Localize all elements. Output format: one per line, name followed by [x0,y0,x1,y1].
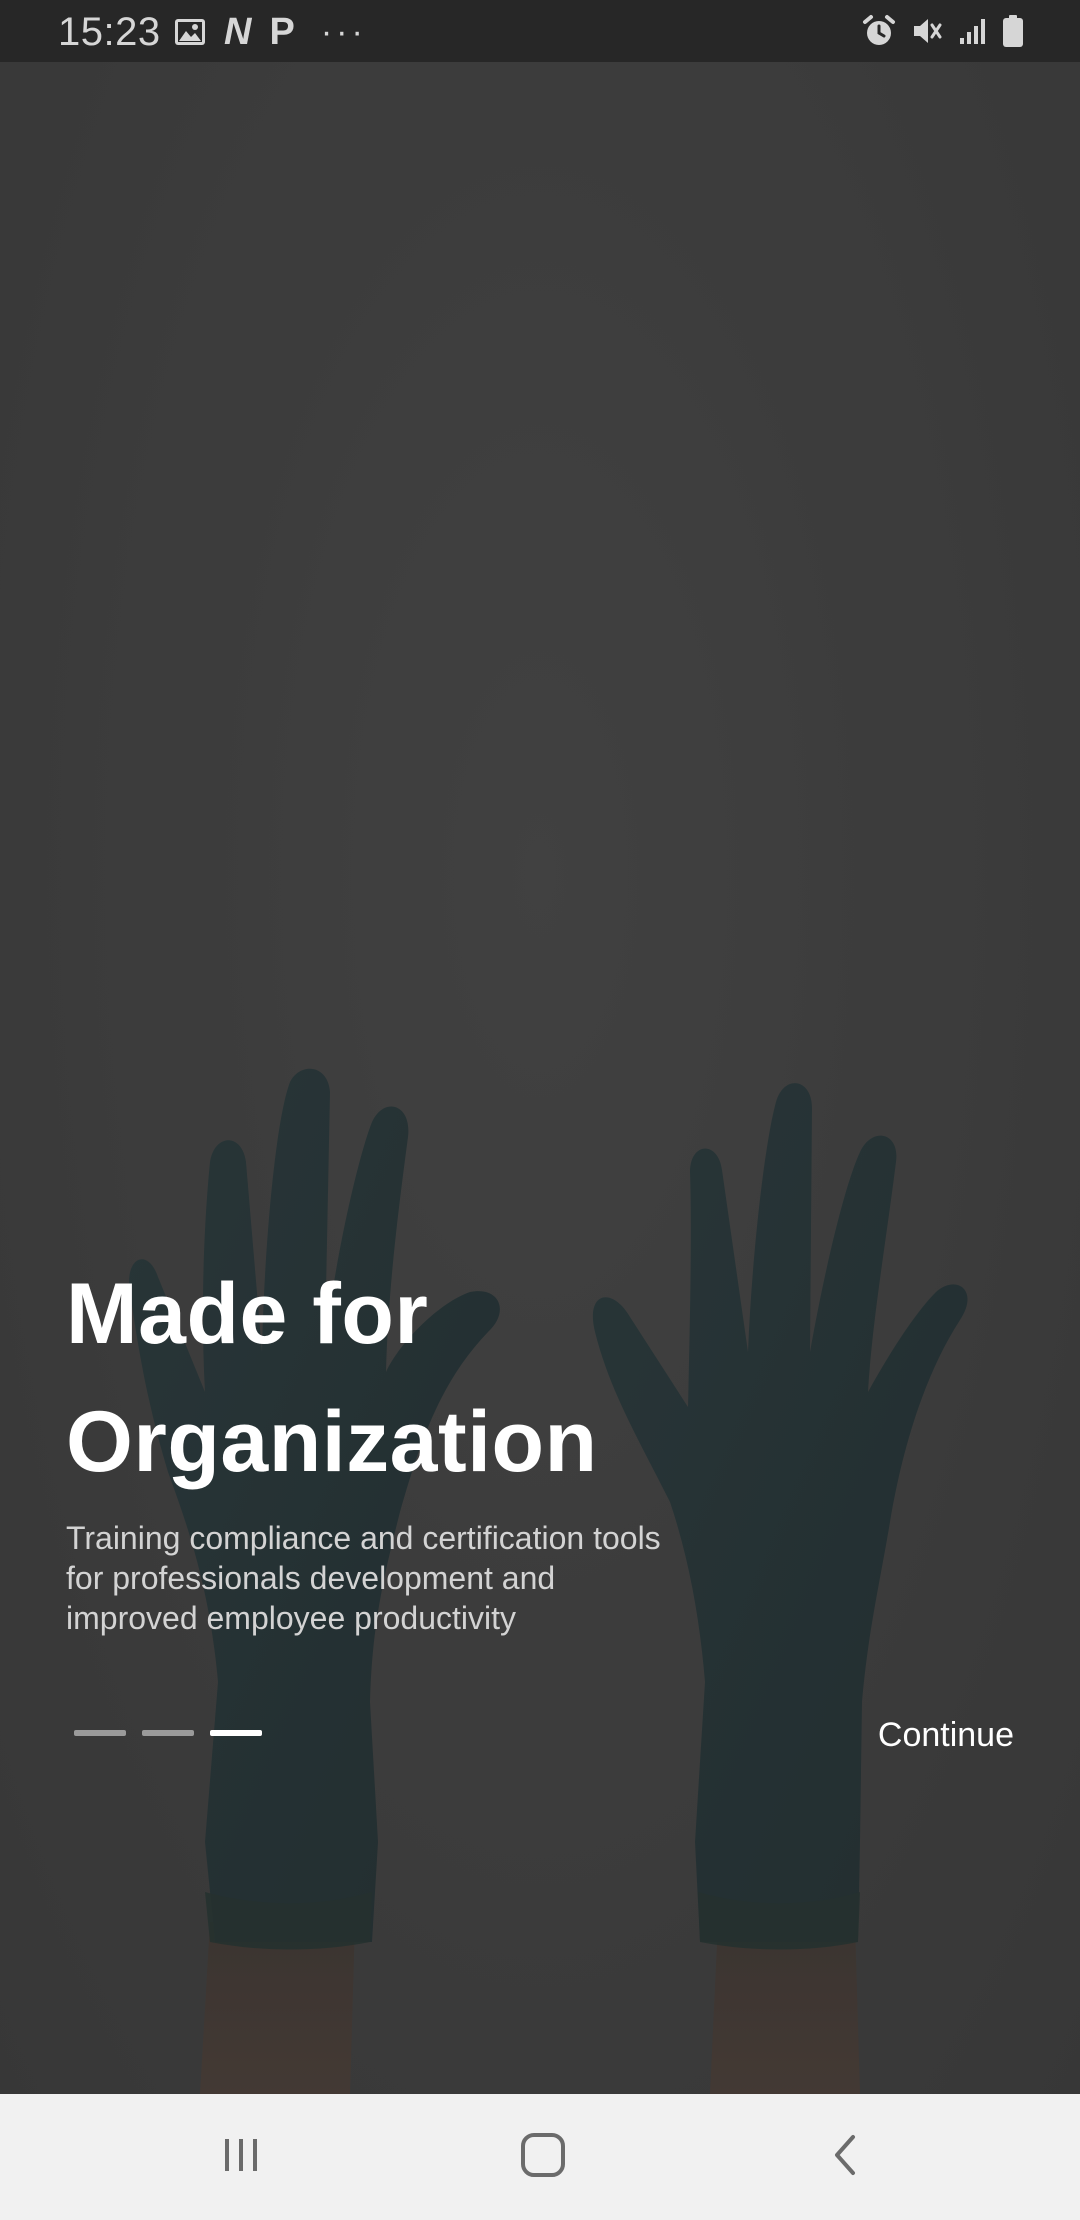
recents-button[interactable] [196,2122,286,2192]
background-image [0,62,1080,2094]
notification-icons: N P ··· [174,11,367,53]
more-notifications-icon: ··· [320,13,367,51]
status-bar: 15:23 N P ··· [0,0,1080,62]
recents-icon [219,2133,263,2182]
alarm-icon [862,14,896,48]
status-time: 15:23 [58,10,161,54]
system-icons [862,12,1024,50]
subtitle-line: improved employee productivity [66,1600,516,1636]
onboarding-screen: 15:23 N P ··· Made for Organization Trai… [0,0,1080,2220]
home-icon [519,2131,567,2184]
p-app-icon: P [269,11,295,53]
page-indicator [74,1730,262,1736]
title-line: Organization [66,1394,598,1490]
page-indicator-dot-1[interactable] [74,1730,126,1736]
battery-icon [1002,14,1024,48]
home-button[interactable] [498,2122,588,2192]
n-app-icon: N [224,11,252,53]
image-icon [174,17,206,47]
system-navigation-bar [0,2094,1080,2220]
back-icon [825,2131,865,2184]
page-indicator-dot-2[interactable] [142,1730,194,1736]
back-button[interactable] [800,2122,890,2192]
onboarding-subtitle: Training compliance and certification to… [66,1518,766,1638]
onboarding-title: Made for Organization [66,1250,966,1506]
mute-icon [910,14,944,48]
page-indicator-dot-3[interactable] [210,1730,262,1736]
gloved-hands-illustration [0,62,1080,2094]
subtitle-line: for professionals development and [66,1560,556,1596]
subtitle-line: Training compliance and certification to… [66,1520,661,1556]
continue-button[interactable]: Continue [878,1710,1014,1760]
signal-icon [958,16,988,46]
title-line: Made for [66,1266,429,1362]
